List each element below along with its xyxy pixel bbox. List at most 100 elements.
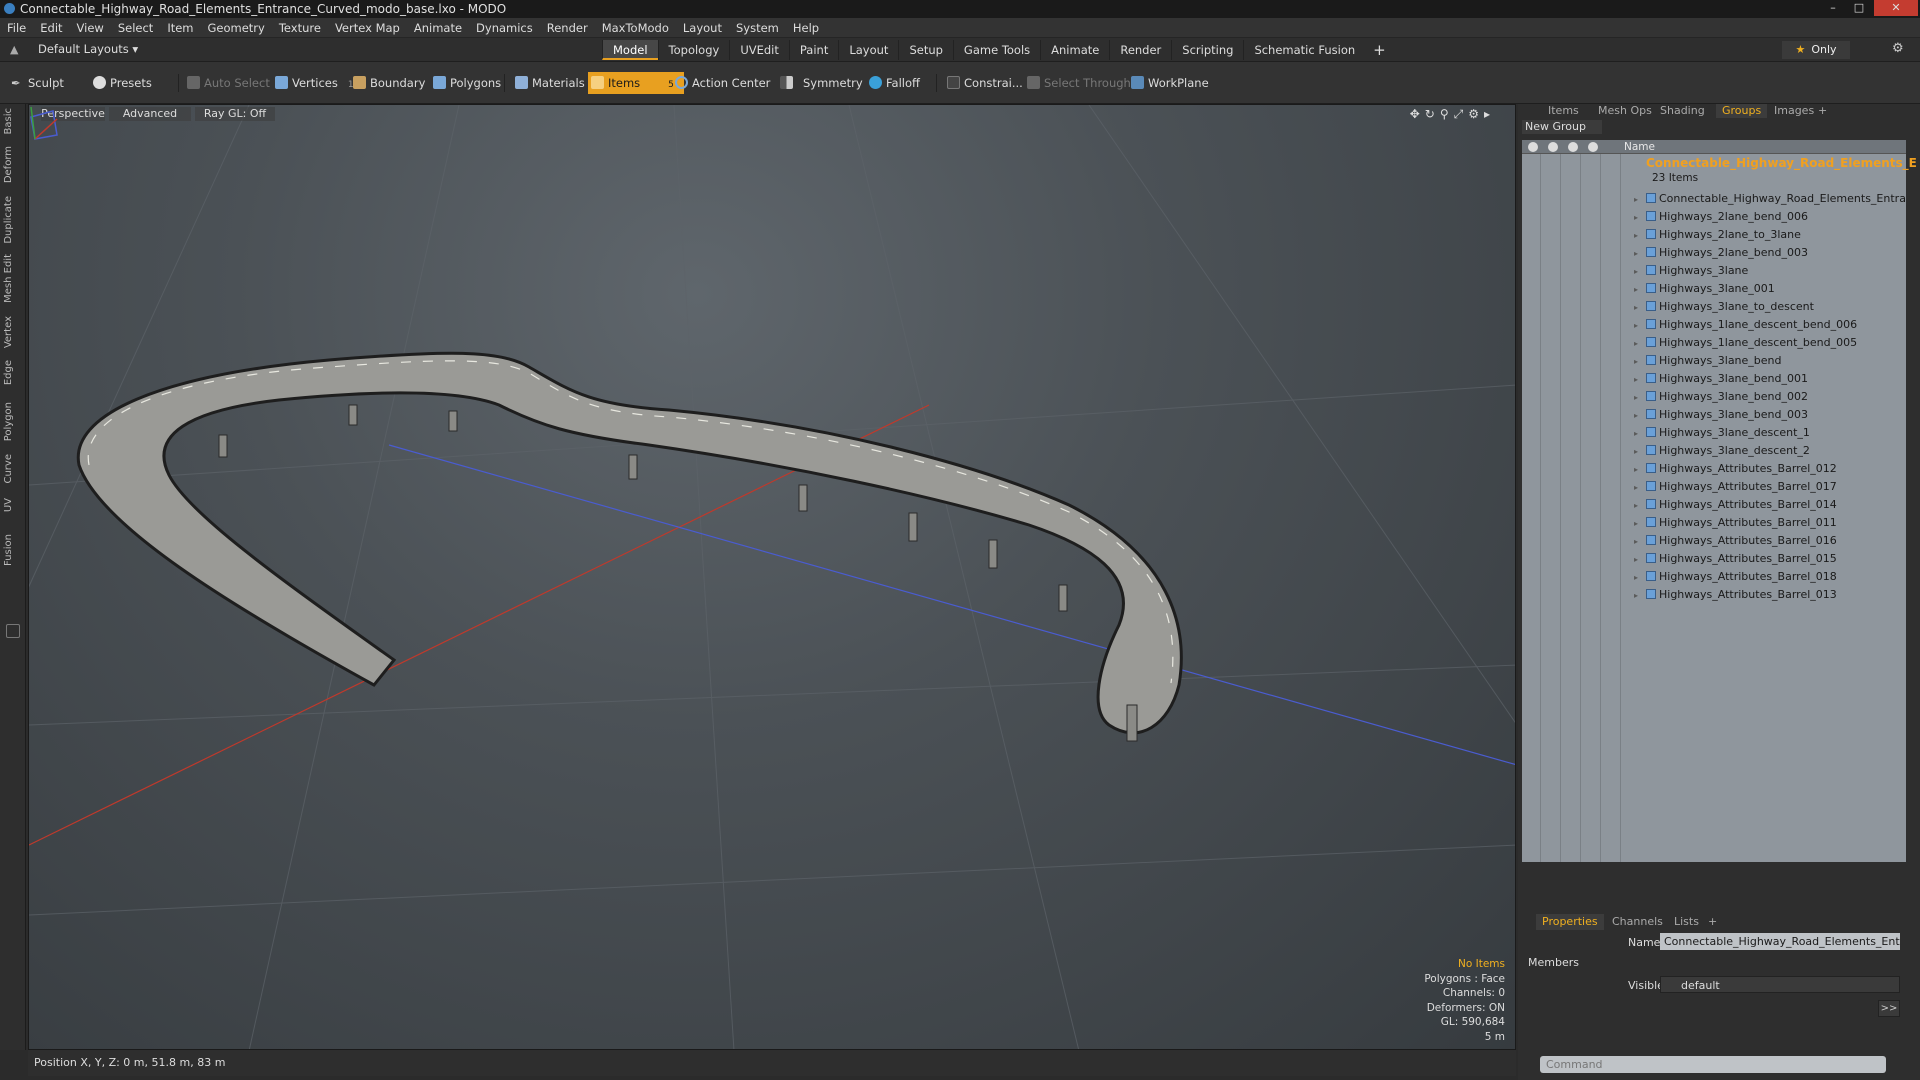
tab-layout[interactable]: Layout [838,40,898,60]
expand-icon[interactable]: ▸ [1634,425,1646,441]
highway-model[interactable] [76,351,1183,742]
eye-icon[interactable] [1528,142,1538,152]
lock-icon[interactable] [1568,142,1578,152]
menu-select[interactable]: Select [111,18,160,38]
menu-texture[interactable]: Texture [272,18,328,38]
expand-icon[interactable]: ▸ [1634,281,1646,297]
menu-maxtomodo[interactable]: MaxToModo [595,18,676,38]
only-toggle[interactable]: ★ Only [1782,41,1850,59]
vtab-duplicate[interactable]: Duplicate [3,196,21,244]
new-group-button[interactable]: New Group [1522,120,1602,134]
list-item[interactable]: ▸ Highways_1lane_descent_bend_005 [1634,334,1906,351]
menu-item[interactable]: Item [160,18,200,38]
raygl-button[interactable]: Ray GL: Off [195,107,275,121]
list-item[interactable]: ▸ Highways_Attributes_Barrel_011 [1634,514,1906,531]
tab-items[interactable]: Items [1542,104,1585,118]
tab-properties[interactable]: Properties [1536,914,1604,930]
tab-render[interactable]: Render [1109,40,1171,60]
menu-vertex-map[interactable]: Vertex Map [328,18,407,38]
expand-icon[interactable]: ▸ [1634,443,1646,459]
tab-uvedit[interactable]: UVEdit [729,40,789,60]
list-item[interactable]: ▸ Highways_2lane_bend_006 [1634,208,1906,225]
expand-icon[interactable]: ▸ [1634,353,1646,369]
menu-dynamics[interactable]: Dynamics [469,18,540,38]
tab-lists[interactable]: Lists [1668,914,1705,930]
menu-file[interactable]: File [0,18,33,38]
vtab-polygon[interactable]: Polygon [3,402,21,441]
expand-icon[interactable]: ▸ [1634,209,1646,225]
materials-button[interactable]: Materials [512,72,585,94]
select-through-button[interactable]: Select Through [1024,72,1131,94]
vtab-mesh-edit[interactable]: Mesh Edit [3,254,21,303]
sculpt-button[interactable]: ✒ Sculpt [8,72,64,94]
more-button[interactable]: >> [1878,1000,1900,1017]
list-item[interactable]: ▸ Highways_3lane_001 [1634,280,1906,297]
expand-icon[interactable]: ▸ [1634,569,1646,585]
tab-animate[interactable]: Animate [1040,40,1109,60]
command-input[interactable]: Command [1540,1056,1886,1073]
presets-button[interactable]: Presets [90,72,152,94]
menu-help[interactable]: Help [786,18,826,38]
workplane-button[interactable]: WorkPlane [1128,72,1209,94]
list-item[interactable]: ▸ Highways_3lane_bend_002 [1634,388,1906,405]
group-name[interactable]: Connectable_Highway_Road_Elements_E ... [1646,156,1920,170]
list-item[interactable]: ▸ Highways_3lane_to_descent [1634,298,1906,315]
add-prop-tab-button[interactable]: + [1702,914,1723,930]
menu-edit[interactable]: Edit [33,18,69,38]
expand-icon[interactable]: ▸ [1634,299,1646,315]
vtab-curve[interactable]: Curve [3,454,21,484]
tab-game-tools[interactable]: Game Tools [952,40,1040,60]
gear-icon[interactable]: ⚙ [1892,41,1904,56]
minimize-button[interactable]: – [1820,0,1846,16]
vtab-uv[interactable]: UV [3,498,21,512]
expand-icon[interactable]: ▸ [1634,461,1646,477]
menu-system[interactable]: System [729,18,786,38]
vtab-basic[interactable]: Basic [3,108,21,134]
3d-viewport[interactable]: Perspective Advanced Ray GL: Off ✥↻⚲⤢⚙▸ … [28,104,1516,1050]
expand-icon[interactable]: ▸ [1634,479,1646,495]
list-item[interactable]: ▸ Connectable_Highway_Road_Elements_Entra… [1634,190,1906,207]
tab-channels[interactable]: Channels [1606,914,1669,930]
tab-shading[interactable]: Shading [1654,104,1711,118]
symmetry-button[interactable]: Symmetry [777,72,863,94]
vtab-edge[interactable]: Edge [3,360,21,385]
vertices-button[interactable]: Vertices 1 [272,72,354,94]
visible-dropdown[interactable]: default [1660,976,1900,993]
expand-icon[interactable]: ▸ [1634,551,1646,567]
viewport-nav-icons[interactable]: ✥↻⚲⤢⚙▸ [1410,107,1495,122]
falloff-button[interactable]: Falloff [866,72,920,94]
add-tab-button[interactable]: + [1365,40,1394,60]
expand-icon[interactable]: ▸ [1634,263,1646,279]
list-item[interactable]: ▸ Highways_3lane_descent_2 [1634,442,1906,459]
name-field[interactable]: Connectable_Highway_Road_Elements_Entra [1660,933,1900,950]
expand-icon[interactable]: ▸ [1634,191,1646,207]
menu-animate[interactable]: Animate [407,18,469,38]
expand-icon[interactable]: ▸ [1634,389,1646,405]
expand-icon[interactable]: ▸ [1634,317,1646,333]
menu-view[interactable]: View [70,18,111,38]
expand-icon[interactable]: ▸ [1634,515,1646,531]
tab-schematic-fusion[interactable]: Schematic Fusion [1243,40,1365,60]
tab-mesh-ops[interactable]: Mesh Ops [1592,104,1658,118]
action-center-button[interactable]: Action Center [672,72,770,94]
list-item[interactable]: ▸ Highways_2lane_to_3lane [1634,226,1906,243]
list-item[interactable]: ▸ Highways_3lane_bend_001 [1634,370,1906,387]
auto-select-button[interactable]: Auto Select [184,72,270,94]
tab-scripting[interactable]: Scripting [1171,40,1243,60]
list-item[interactable]: ▸ Highways_3lane_bend [1634,352,1906,369]
shading-advanced-button[interactable]: Advanced [109,107,191,121]
vtab-deform[interactable]: Deform [3,146,21,183]
tab-model[interactable]: Model [602,40,658,60]
list-item[interactable]: ▸ Highways_Attributes_Barrel_013 [1634,586,1906,603]
list-item[interactable]: ▸ Highways_3lane [1634,262,1906,279]
menu-geometry[interactable]: Geometry [201,18,272,38]
tab-setup[interactable]: Setup [898,40,952,60]
render-icon[interactable] [1548,142,1558,152]
members-section[interactable]: Members [1528,956,1579,969]
expand-icon[interactable]: ▸ [1634,497,1646,513]
vtab-fusion[interactable]: Fusion [3,534,21,566]
list-item[interactable]: ▸ Highways_Attributes_Barrel_015 [1634,550,1906,567]
tab-groups[interactable]: Groups [1716,104,1768,118]
list-item[interactable]: ▸ Highways_Attributes_Barrel_012 [1634,460,1906,477]
vtab-vertex[interactable]: Vertex [3,316,21,348]
